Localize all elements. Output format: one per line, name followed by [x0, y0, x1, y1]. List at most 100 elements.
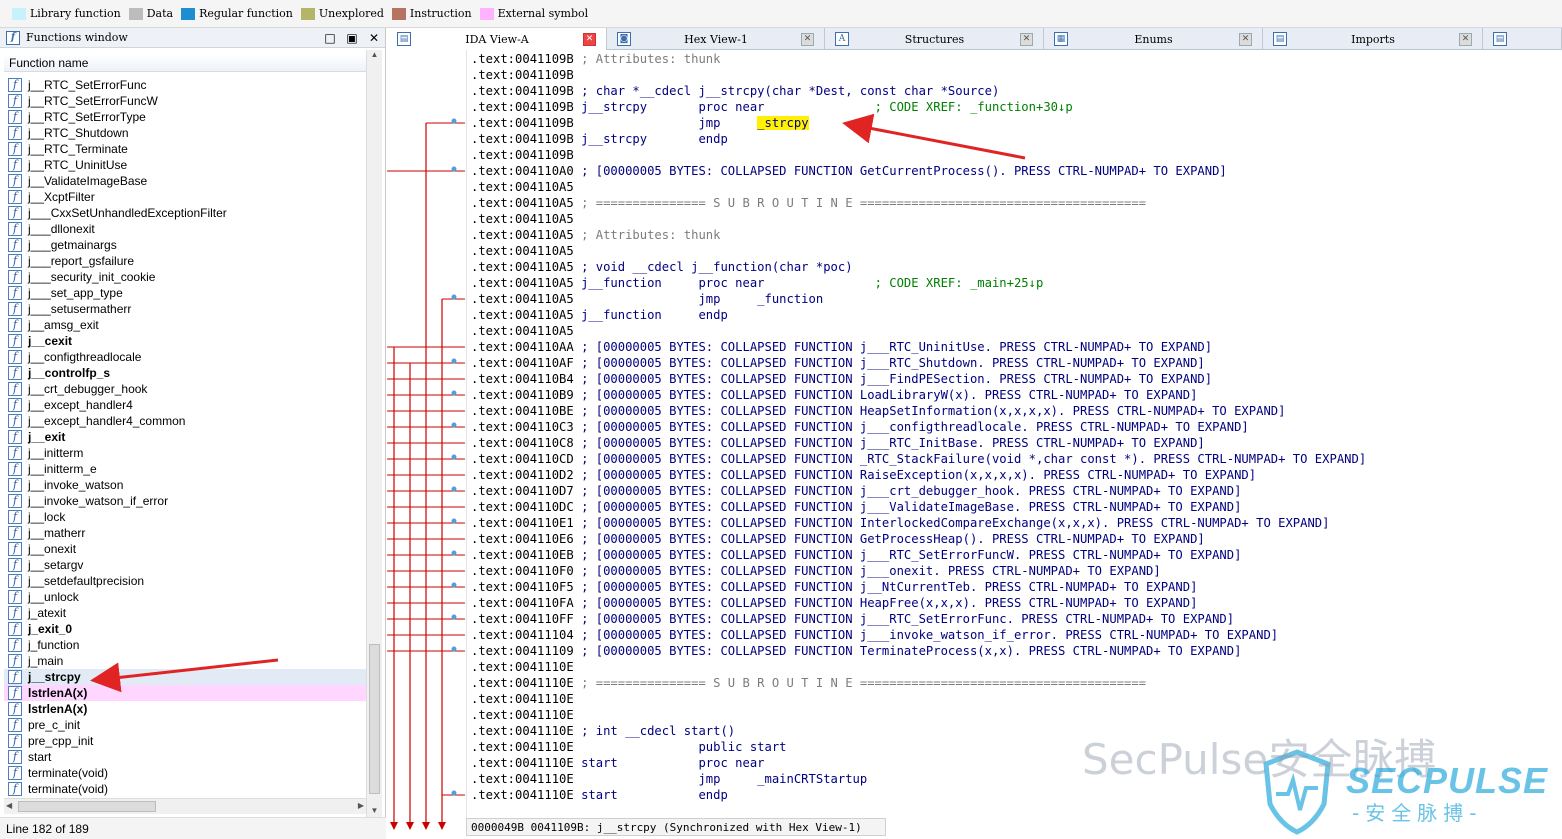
- tab-close-icon[interactable]: ✕: [583, 32, 596, 46]
- tab-close-icon[interactable]: ✕: [1459, 32, 1472, 46]
- function-list-item[interactable]: f j__crt_debugger_hook: [4, 381, 366, 397]
- function-list-item[interactable]: f j_main: [4, 653, 366, 669]
- disasm-line[interactable]: .text:004110B4 ; [00000005 BYTES: COLLAP…: [471, 371, 1212, 387]
- disasm-line[interactable]: .text:004110A5: [471, 179, 574, 195]
- tab-more[interactable]: ▤: [1483, 28, 1562, 50]
- function-list-item[interactable]: f j__RTC_SetErrorType: [4, 109, 366, 125]
- disasm-line[interactable]: .text:004110F5 ; [00000005 BYTES: COLLAP…: [471, 579, 1197, 595]
- disasm-line[interactable]: .text:004110D2 ; [00000005 BYTES: COLLAP…: [471, 467, 1256, 483]
- disasm-line[interactable]: .text:004110A5 j__function endp: [471, 307, 728, 323]
- horizontal-scrollbar[interactable]: ◀ ▶: [4, 798, 366, 814]
- disasm-line[interactable]: .text:004110A5: [471, 243, 574, 259]
- disasm-line[interactable]: .text:004110FA ; [00000005 BYTES: COLLAP…: [471, 595, 1197, 611]
- disasm-line[interactable]: .text:004110B9 ; [00000005 BYTES: COLLAP…: [471, 387, 1197, 403]
- disasm-line[interactable]: .text:004110F0 ; [00000005 BYTES: COLLAP…: [471, 563, 1161, 579]
- disasm-line[interactable]: .text:0041110E: [471, 691, 574, 707]
- disasm-line[interactable]: .text:004110A5 ; Attributes: thunk: [471, 227, 720, 243]
- function-list-item[interactable]: f j__except_handler4_common: [4, 413, 366, 429]
- disasm-line[interactable]: .text:0041110E ; =============== S U B R…: [471, 675, 1146, 691]
- function-list-item[interactable]: f j__unlock: [4, 589, 366, 605]
- function-list-item[interactable]: f lstrlenA(x): [4, 685, 366, 701]
- function-list-item[interactable]: f j___dllonexit: [4, 221, 366, 237]
- function-list-item[interactable]: f j__cexit: [4, 333, 366, 349]
- disasm-line[interactable]: .text:0041109B ; char *__cdecl j__strcpy…: [471, 83, 999, 99]
- function-list-item[interactable]: f j___CxxSetUnhandledExceptionFilter: [4, 205, 366, 221]
- scroll-left-icon[interactable]: ◀: [6, 801, 12, 810]
- horizontal-scrollbar-thumb[interactable]: [18, 801, 156, 812]
- disasm-line[interactable]: .text:004110CD ; [00000005 BYTES: COLLAP…: [471, 451, 1366, 467]
- function-list-item[interactable]: f j__amsg_exit: [4, 317, 366, 333]
- function-list-item[interactable]: f j__except_handler4: [4, 397, 366, 413]
- disasm-line[interactable]: .text:004110C8 ; [00000005 BYTES: COLLAP…: [471, 435, 1205, 451]
- disasm-line[interactable]: .text:004110DC ; [00000005 BYTES: COLLAP…: [471, 499, 1241, 515]
- function-list-item[interactable]: f j__invoke_watson: [4, 477, 366, 493]
- function-list-item[interactable]: f j__RTC_Terminate: [4, 141, 366, 157]
- disasm-line[interactable]: .text:0041109B: [471, 147, 574, 163]
- function-list-item[interactable]: f terminate(void): [4, 781, 366, 797]
- disasm-line[interactable]: .text:004110E1 ; [00000005 BYTES: COLLAP…: [471, 515, 1330, 531]
- disasm-line[interactable]: .text:004110A5: [471, 211, 574, 227]
- disasm-line[interactable]: .text:0041109B: [471, 67, 574, 83]
- tab-close-icon[interactable]: ✕: [1239, 32, 1252, 46]
- tab-ida-view-a[interactable]: ▤ IDA View-A ✕: [387, 28, 607, 50]
- disasm-line[interactable]: .text:004110C3 ; [00000005 BYTES: COLLAP…: [471, 419, 1249, 435]
- scroll-right-icon[interactable]: ▶: [358, 801, 364, 810]
- function-list-item[interactable]: f start: [4, 749, 366, 765]
- disasm-line[interactable]: .text:0041109B ; Attributes: thunk: [471, 51, 720, 67]
- disasm-line[interactable]: .text:004110EB ; [00000005 BYTES: COLLAP…: [471, 547, 1241, 563]
- disasm-line[interactable]: .text:004110A5 jmp _function: [471, 291, 823, 307]
- function-list-item[interactable]: f j__setdefaultprecision: [4, 573, 366, 589]
- disasm-line[interactable]: .text:004110A5 ; =============== S U B R…: [471, 195, 1146, 211]
- function-list-item[interactable]: f j___report_gsfailure: [4, 253, 366, 269]
- vertical-scrollbar[interactable]: ▲ ▼: [366, 50, 382, 820]
- function-list-item[interactable]: f j__onexit: [4, 541, 366, 557]
- disasm-line[interactable]: .text:0041110E: [471, 707, 574, 723]
- function-list-item[interactable]: f j__initterm_e: [4, 461, 366, 477]
- function-list-item[interactable]: f j__exit: [4, 429, 366, 445]
- function-list-item[interactable]: f j_exit_0: [4, 621, 366, 637]
- tab-imports[interactable]: ▤ Imports ✕: [1263, 28, 1483, 50]
- function-list-item[interactable]: f j__RTC_SetErrorFuncW: [4, 93, 366, 109]
- function-list-item[interactable]: f j__lock: [4, 509, 366, 525]
- tab-enums[interactable]: ▦ Enums ✕: [1044, 28, 1263, 50]
- function-list-item[interactable]: f j__initterm: [4, 445, 366, 461]
- minimize-icon[interactable]: □: [319, 31, 341, 45]
- function-list-item[interactable]: f terminate(void): [4, 765, 366, 781]
- function-list-item[interactable]: f j___setusermatherr: [4, 301, 366, 317]
- disasm-line[interactable]: .text:004110D7 ; [00000005 BYTES: COLLAP…: [471, 483, 1241, 499]
- disasm-line[interactable]: .text:0041110E: [471, 659, 574, 675]
- function-name-column-header[interactable]: Function name: [4, 54, 366, 72]
- disasm-line[interactable]: .text:00411109 ; [00000005 BYTES: COLLAP…: [471, 643, 1241, 659]
- close-icon[interactable]: ✕: [363, 31, 385, 45]
- disasm-line[interactable]: .text:0041109B j__strcpy endp: [471, 131, 728, 147]
- disasm-line[interactable]: .text:0041110E public start: [471, 739, 787, 755]
- function-list-item[interactable]: f j__ValidateImageBase: [4, 173, 366, 189]
- disasm-line[interactable]: .text:0041110E ; int __cdecl start(): [471, 723, 735, 739]
- float-icon[interactable]: ▣: [341, 31, 363, 45]
- disasm-line[interactable]: .text:004110A5 j__function proc near ; C…: [471, 275, 1043, 291]
- scroll-up-icon[interactable]: ▲: [367, 50, 382, 64]
- function-list-item[interactable]: f j___set_app_type: [4, 285, 366, 301]
- disasm-line[interactable]: .text:004110AF ; [00000005 BYTES: COLLAP…: [471, 355, 1205, 371]
- disasm-line[interactable]: .text:004110FF ; [00000005 BYTES: COLLAP…: [471, 611, 1234, 627]
- disasm-line[interactable]: .text:004110BE ; [00000005 BYTES: COLLAP…: [471, 403, 1285, 419]
- disasm-line[interactable]: .text:0041110E start endp: [471, 787, 728, 803]
- function-list-item[interactable]: f j__setargv: [4, 557, 366, 573]
- disasm-line[interactable]: .text:0041109B jmp _strcpy: [471, 115, 809, 131]
- function-list-item[interactable]: f j__RTC_SetErrorFunc: [4, 77, 366, 93]
- function-list-item[interactable]: f j_function: [4, 637, 366, 653]
- disasm-line[interactable]: .text:0041109B j__strcpy proc near ; COD…: [471, 99, 1073, 115]
- disasm-line[interactable]: .text:004110E6 ; [00000005 BYTES: COLLAP…: [471, 531, 1205, 547]
- disasm-line[interactable]: .text:00411104 ; [00000005 BYTES: COLLAP…: [471, 627, 1278, 643]
- function-list-item[interactable]: f j_atexit: [4, 605, 366, 621]
- function-list-item[interactable]: f pre_c_init: [4, 717, 366, 733]
- scrollbar-thumb[interactable]: [369, 644, 380, 794]
- function-list-item[interactable]: f j__controlfp_s: [4, 365, 366, 381]
- function-list-item[interactable]: f j__matherr: [4, 525, 366, 541]
- tab-close-icon[interactable]: ✕: [1020, 32, 1033, 46]
- disasm-line[interactable]: .text:004110A5: [471, 323, 574, 339]
- function-list-item[interactable]: f j__RTC_Shutdown: [4, 125, 366, 141]
- function-list-item[interactable]: f j__invoke_watson_if_error: [4, 493, 366, 509]
- tab-hex-view-1[interactable]: ◙ Hex View-1 ✕: [607, 28, 825, 50]
- function-list-item[interactable]: f lstrlenA(x): [4, 701, 366, 717]
